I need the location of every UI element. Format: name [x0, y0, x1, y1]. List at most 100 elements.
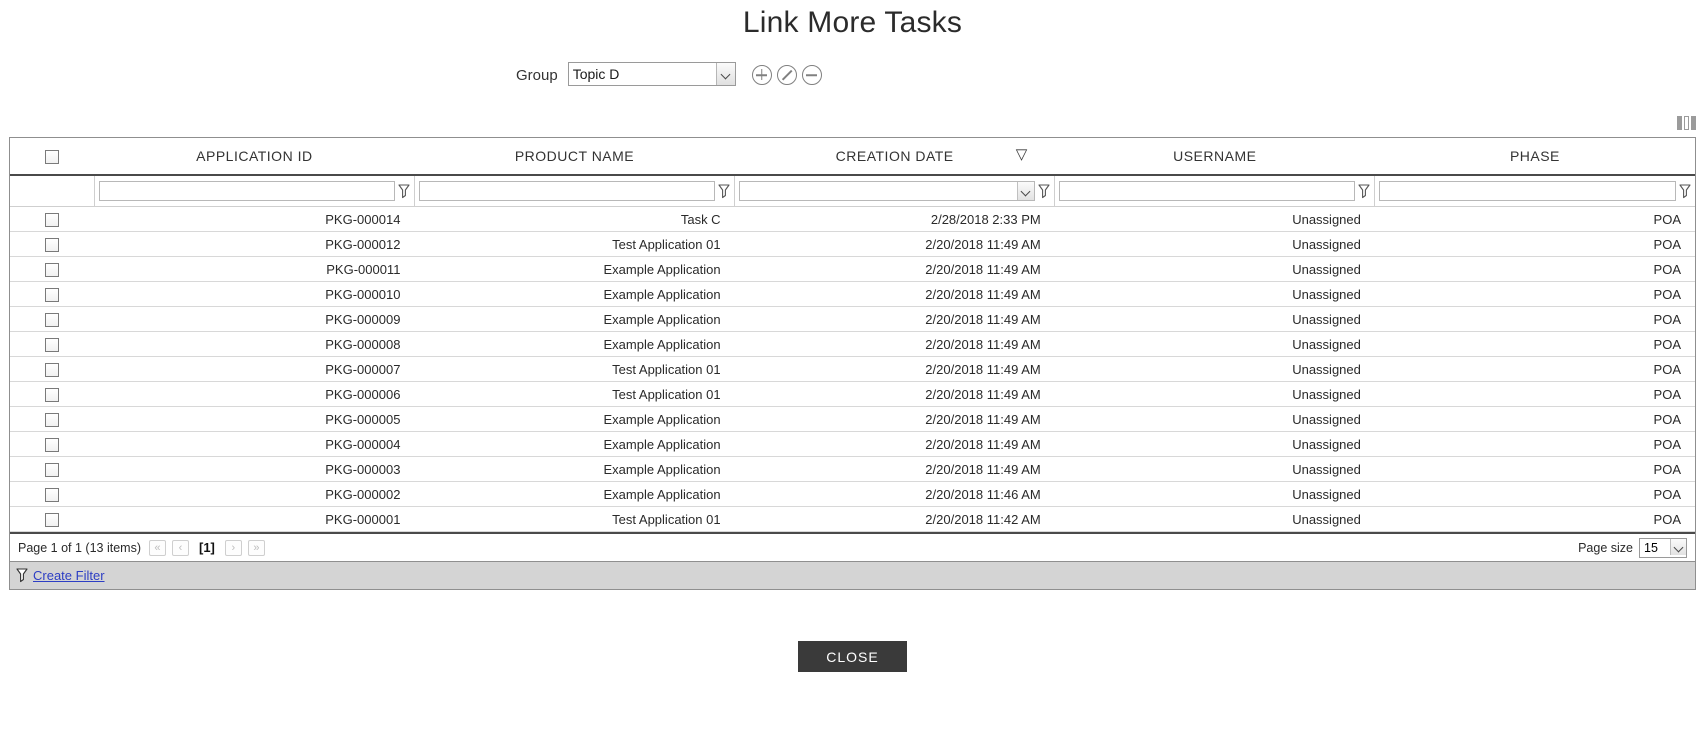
- pager-first-button[interactable]: «: [148, 539, 166, 556]
- group-action-buttons: [751, 65, 822, 85]
- filter-input-application-id[interactable]: [98, 181, 395, 201]
- filter-input-product-name[interactable]: [418, 181, 716, 201]
- row-select-checkbox[interactable]: [45, 362, 60, 377]
- column-header-username[interactable]: USERNAME: [1054, 138, 1375, 176]
- column-header-creation-date[interactable]: CREATION DATE: [734, 138, 1055, 176]
- table-row[interactable]: PKG-000002 Example Application 2/20/2018 1…: [10, 481, 1695, 507]
- column-header-label: PRODUCT NAME: [514, 148, 635, 164]
- pager-page-1[interactable]: [1]: [195, 540, 219, 555]
- row-select-checkbox[interactable]: [45, 487, 60, 502]
- add-group-icon[interactable]: [751, 65, 772, 85]
- filter-funnel-icon[interactable]: [1679, 183, 1691, 199]
- cell-username: Unassigned: [1054, 381, 1375, 407]
- group-select-wrapper: Topic D: [567, 62, 736, 88]
- table-row[interactable]: PKG-000014 Task C 2/28/2018 2:33 PM Unassig…: [10, 206, 1695, 232]
- filter-cell-select: [10, 175, 95, 207]
- select-all-header: [10, 138, 95, 176]
- row-select-checkbox[interactable]: [45, 337, 60, 352]
- column-header-phase[interactable]: PHASE: [1374, 138, 1695, 176]
- cell-creation-date: 2/28/2018 2:33 PM: [734, 206, 1055, 232]
- row-select-checkbox[interactable]: [45, 462, 60, 477]
- select-all-checkbox[interactable]: [45, 150, 60, 165]
- filter-funnel-icon[interactable]: [1358, 183, 1370, 199]
- pager-prev-button[interactable]: ‹: [171, 539, 189, 556]
- row-select-checkbox[interactable]: [45, 387, 60, 402]
- filter-date-wrapper: [739, 181, 1036, 201]
- sort-descending-icon: [1016, 147, 1029, 162]
- cell-phase: POA: [1374, 431, 1695, 457]
- filter-funnel-icon[interactable]: [1038, 183, 1050, 199]
- table-row[interactable]: PKG-000006 Test Application 01 2/20/2018 1…: [10, 381, 1695, 407]
- close-button[interactable]: CLOSE: [798, 641, 907, 672]
- cell-product-name: Example Application: [414, 431, 735, 457]
- remove-group-icon[interactable]: [801, 65, 822, 85]
- row-select-checkbox[interactable]: [45, 512, 60, 527]
- cell-application-id: PKG-000005: [94, 406, 415, 432]
- column-header-application-id[interactable]: APPLICATION ID: [94, 138, 415, 176]
- row-select-checkbox[interactable]: [45, 312, 60, 327]
- table-row[interactable]: PKG-000007 Test Application 01 2/20/2018 1…: [10, 356, 1695, 382]
- filter-cell-application-id: [94, 175, 415, 207]
- table-row[interactable]: PKG-000008 Example Application 2/20/2018 1…: [10, 331, 1695, 357]
- group-select[interactable]: Topic D: [567, 62, 736, 86]
- calendar-dropdown-icon[interactable]: [1017, 182, 1035, 200]
- pager-next-button[interactable]: ›: [224, 539, 242, 556]
- row-select-cell: [10, 331, 95, 357]
- table-row[interactable]: PKG-000001 Test Application 01 2/20/2018 1…: [10, 506, 1695, 532]
- filter-input-username[interactable]: [1059, 181, 1356, 201]
- cell-product-name: Example Application: [414, 456, 735, 482]
- page-size-select[interactable]: 15: [1639, 537, 1687, 558]
- row-select-cell: [10, 481, 95, 507]
- table-row[interactable]: PKG-000004 Example Application 2/20/2018 1…: [10, 431, 1695, 457]
- table-row[interactable]: PKG-000012 Test Application 01 2/20/2018 1…: [10, 231, 1695, 257]
- cell-application-id: PKG-000008: [94, 331, 415, 357]
- row-select-checkbox[interactable]: [45, 287, 60, 302]
- row-select-checkbox[interactable]: [45, 412, 60, 427]
- cell-application-id: PKG-000009: [94, 306, 415, 332]
- cell-creation-date: 2/20/2018 11:49 AM: [734, 381, 1055, 407]
- cell-username: Unassigned: [1054, 406, 1375, 432]
- tasks-table: APPLICATION ID PRODUCT NAME CREATION DAT…: [10, 138, 1695, 532]
- cell-application-id: PKG-000014: [94, 206, 415, 232]
- cell-phase: POA: [1374, 406, 1695, 432]
- table-row[interactable]: PKG-000011 Example Application 2/20/2018 1…: [10, 256, 1695, 282]
- column-header-product-name[interactable]: PRODUCT NAME: [414, 138, 735, 176]
- row-select-cell: [10, 256, 95, 282]
- cell-phase: POA: [1374, 456, 1695, 482]
- row-select-checkbox[interactable]: [45, 262, 60, 277]
- filter-funnel-icon: [16, 568, 28, 583]
- cell-username: Unassigned: [1054, 256, 1375, 282]
- pager-last-button[interactable]: »: [247, 539, 265, 556]
- table-row[interactable]: PKG-000005 Example Application 2/20/2018 1…: [10, 406, 1695, 432]
- cell-creation-date: 2/20/2018 11:49 AM: [734, 406, 1055, 432]
- filter-input-phase[interactable]: [1379, 181, 1676, 201]
- table-row[interactable]: PKG-000009 Example Application 2/20/2018 1…: [10, 306, 1695, 332]
- cell-username: Unassigned: [1054, 356, 1375, 382]
- column-header-label: USERNAME: [1173, 148, 1257, 164]
- filter-funnel-icon[interactable]: [398, 183, 410, 199]
- row-select-cell: [10, 406, 95, 432]
- create-filter-link[interactable]: Create Filter: [33, 568, 105, 583]
- row-select-checkbox[interactable]: [45, 437, 60, 452]
- row-select-cell: [10, 281, 95, 307]
- cell-product-name: Test Application 01: [414, 381, 735, 407]
- row-select-checkbox[interactable]: [45, 237, 60, 252]
- cell-phase: POA: [1374, 331, 1695, 357]
- row-select-cell: [10, 206, 95, 232]
- cell-application-id: PKG-000001: [94, 506, 415, 532]
- cell-phase: POA: [1374, 281, 1695, 307]
- cell-creation-date: 2/20/2018 11:49 AM: [734, 456, 1055, 482]
- cell-creation-date: 2/20/2018 11:49 AM: [734, 281, 1055, 307]
- group-label: Group: [516, 66, 558, 84]
- cell-application-id: PKG-000002: [94, 481, 415, 507]
- edit-group-icon[interactable]: [776, 65, 797, 85]
- filter-input-creation-date[interactable]: [739, 181, 1036, 201]
- cell-username: Unassigned: [1054, 231, 1375, 257]
- table-row[interactable]: PKG-000003 Example Application 2/20/2018 1…: [10, 456, 1695, 482]
- cell-username: Unassigned: [1054, 206, 1375, 232]
- table-row[interactable]: PKG-000010 Example Application 2/20/2018 1…: [10, 281, 1695, 307]
- cell-application-id: PKG-000006: [94, 381, 415, 407]
- row-select-checkbox[interactable]: [45, 212, 60, 227]
- column-chooser-icon[interactable]: [1677, 112, 1697, 130]
- filter-funnel-icon[interactable]: [718, 183, 730, 199]
